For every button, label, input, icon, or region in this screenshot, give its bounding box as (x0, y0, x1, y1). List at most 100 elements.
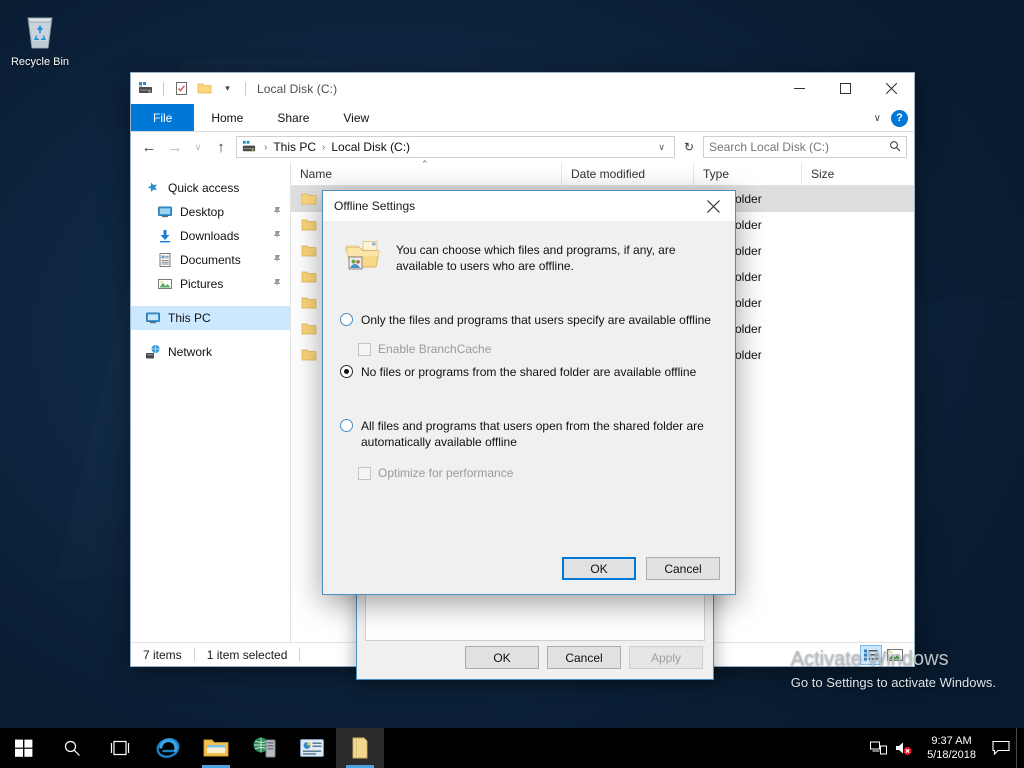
column-headers: ⌃ Name Date modified Type Size (291, 159, 914, 186)
star-icon (145, 180, 161, 196)
network-icon[interactable] (865, 741, 891, 756)
checkbox (358, 466, 371, 480)
tab-home[interactable]: Home (194, 104, 260, 131)
status-selection: 1 item selected (206, 647, 288, 662)
shared-folder-icon (344, 239, 382, 273)
properties-ok-button[interactable]: OK (465, 646, 539, 669)
radio-button[interactable] (340, 365, 353, 378)
minimize-button[interactable] (776, 73, 822, 104)
sidebar-item-downloads[interactable]: Downloads (131, 224, 290, 248)
search-input[interactable]: Search Local Disk (C:) (703, 136, 907, 158)
sidebar-item-network[interactable]: Network (131, 340, 290, 364)
radio-option-label: All files and programs that users open f… (361, 419, 704, 449)
properties-cancel-button[interactable]: Cancel (547, 646, 621, 669)
close-icon[interactable] (691, 191, 735, 221)
folder-icon (301, 191, 317, 207)
radio-option-label: No files or programs from the shared fol… (361, 365, 697, 379)
checkbox-optimize-for-performance: Optimize for performance (358, 466, 721, 480)
server-manager-icon[interactable] (240, 728, 288, 768)
dialog-intro: You can choose which files and programs,… (340, 235, 721, 274)
clock-time: 9:37 AM (931, 735, 972, 747)
desktop-icon-recycle-bin[interactable]: Recycle Bin (6, 8, 74, 68)
file-explorer-icon[interactable] (192, 728, 240, 768)
tab-file[interactable]: File (131, 104, 195, 131)
toolbar-divider (163, 81, 164, 96)
breadcrumb-separator: › (264, 141, 268, 153)
folder-icon (301, 321, 317, 337)
column-header-size[interactable]: Size (801, 161, 877, 186)
show-desktop-button[interactable] (1016, 728, 1024, 768)
volume-muted-icon[interactable] (891, 740, 917, 756)
breadcrumb-item-local-disk[interactable]: Local Disk (C:) (329, 140, 412, 154)
up-button[interactable]: ↑ (210, 136, 232, 158)
event-viewer-icon[interactable] (288, 728, 336, 768)
ok-button[interactable]: OK (562, 557, 636, 580)
breadcrumb[interactable]: › This PC › Local Disk (C:) ∨ (236, 136, 675, 158)
explorer-window-icon[interactable] (336, 728, 384, 768)
chevron-down-icon[interactable]: ∨ (874, 113, 881, 124)
status-divider (193, 648, 195, 661)
ribbon-right-controls: ∨ ? (874, 104, 908, 132)
task-view-icon[interactable] (96, 728, 144, 768)
details-view-button[interactable] (860, 644, 882, 665)
pin-icon[interactable] (272, 254, 282, 267)
status-item-count: 7 items (143, 647, 182, 662)
customize-qat-caret-icon[interactable]: customize-qat-caret-icon▾ (219, 80, 236, 97)
window-controls (776, 73, 914, 104)
column-header-date-modified[interactable]: Date modified (561, 161, 693, 186)
radio-button[interactable] (340, 419, 353, 432)
this-pc-icon[interactable] (137, 80, 154, 97)
action-center-icon[interactable] (986, 740, 1016, 756)
checkbox-label: Optimize for performance (378, 466, 514, 480)
tab-share[interactable]: Share (260, 104, 326, 131)
search-placeholder: Search Local Disk (C:) (709, 140, 830, 154)
start-button[interactable] (0, 728, 48, 768)
sidebar-item-desktop[interactable]: Desktop (131, 200, 290, 224)
watermark-subtitle: Go to Settings to activate Windows. (790, 675, 996, 690)
properties-dialog-buttons: OK Cancel Apply (465, 646, 703, 669)
checkbox-label: Enable BranchCache (378, 342, 492, 356)
desktop-icon-label: Recycle Bin (10, 56, 70, 68)
sidebar-item-quick-access[interactable]: Quick access (131, 176, 290, 200)
radio-option-all-files[interactable]: All files and programs that users open f… (340, 418, 721, 450)
dialog-body: You can choose which files and programs,… (323, 221, 735, 557)
sidebar-item-this-pc[interactable]: This PC (131, 306, 290, 330)
sidebar-item-pictures[interactable]: Pictures (131, 272, 290, 296)
radio-option-no-files[interactable]: No files or programs from the shared fol… (340, 364, 721, 380)
radio-button[interactable] (340, 313, 353, 326)
breadcrumb-item-this-pc[interactable]: This PC (271, 140, 318, 154)
folder-icon (301, 217, 317, 233)
properties-list-area[interactable] (365, 589, 705, 641)
new-folder-icon[interactable] (196, 80, 213, 97)
refresh-button[interactable]: ↻ (679, 140, 699, 154)
column-header-type[interactable]: Type (693, 161, 801, 186)
taskbar-clock[interactable]: 9:37 AM 5/18/2018 (917, 734, 986, 762)
properties-icon[interactable] (173, 80, 190, 97)
close-button[interactable] (868, 73, 914, 104)
large-icons-view-button[interactable] (884, 645, 906, 665)
sidebar-item-documents[interactable]: Documents (131, 248, 290, 272)
maximize-button[interactable] (822, 73, 868, 104)
ribbon-tab-bar: File Home Share View ∨ ? (131, 104, 914, 132)
quick-access-toolbar: customize-qat-caret-icon▾ (137, 80, 249, 97)
sidebar-item-label: Documents (180, 253, 241, 267)
tab-view[interactable]: View (326, 104, 386, 131)
pin-icon[interactable] (272, 230, 282, 243)
help-button[interactable]: ? (891, 109, 908, 127)
pictures-icon (157, 276, 173, 292)
sidebar-item-label: This PC (168, 311, 211, 325)
back-button[interactable]: ← (138, 136, 160, 158)
cancel-button[interactable]: Cancel (646, 557, 720, 580)
internet-explorer-icon[interactable] (144, 728, 192, 768)
folder-icon (301, 295, 317, 311)
chevron-down-icon[interactable]: ∨ (652, 142, 671, 153)
radio-option-users-specify[interactable]: Only the files and programs that users s… (340, 312, 721, 328)
title-bar: customize-qat-caret-icon▾ Local Disk (C:… (131, 73, 914, 104)
recent-locations-icon[interactable]: ∨ (190, 136, 206, 158)
pin-icon[interactable] (272, 278, 282, 291)
search-icon[interactable] (889, 140, 901, 155)
sidebar-item-label: Desktop (180, 205, 225, 219)
search-icon[interactable] (48, 728, 96, 768)
forward-button[interactable]: → (164, 136, 186, 158)
pin-icon[interactable] (272, 206, 282, 219)
